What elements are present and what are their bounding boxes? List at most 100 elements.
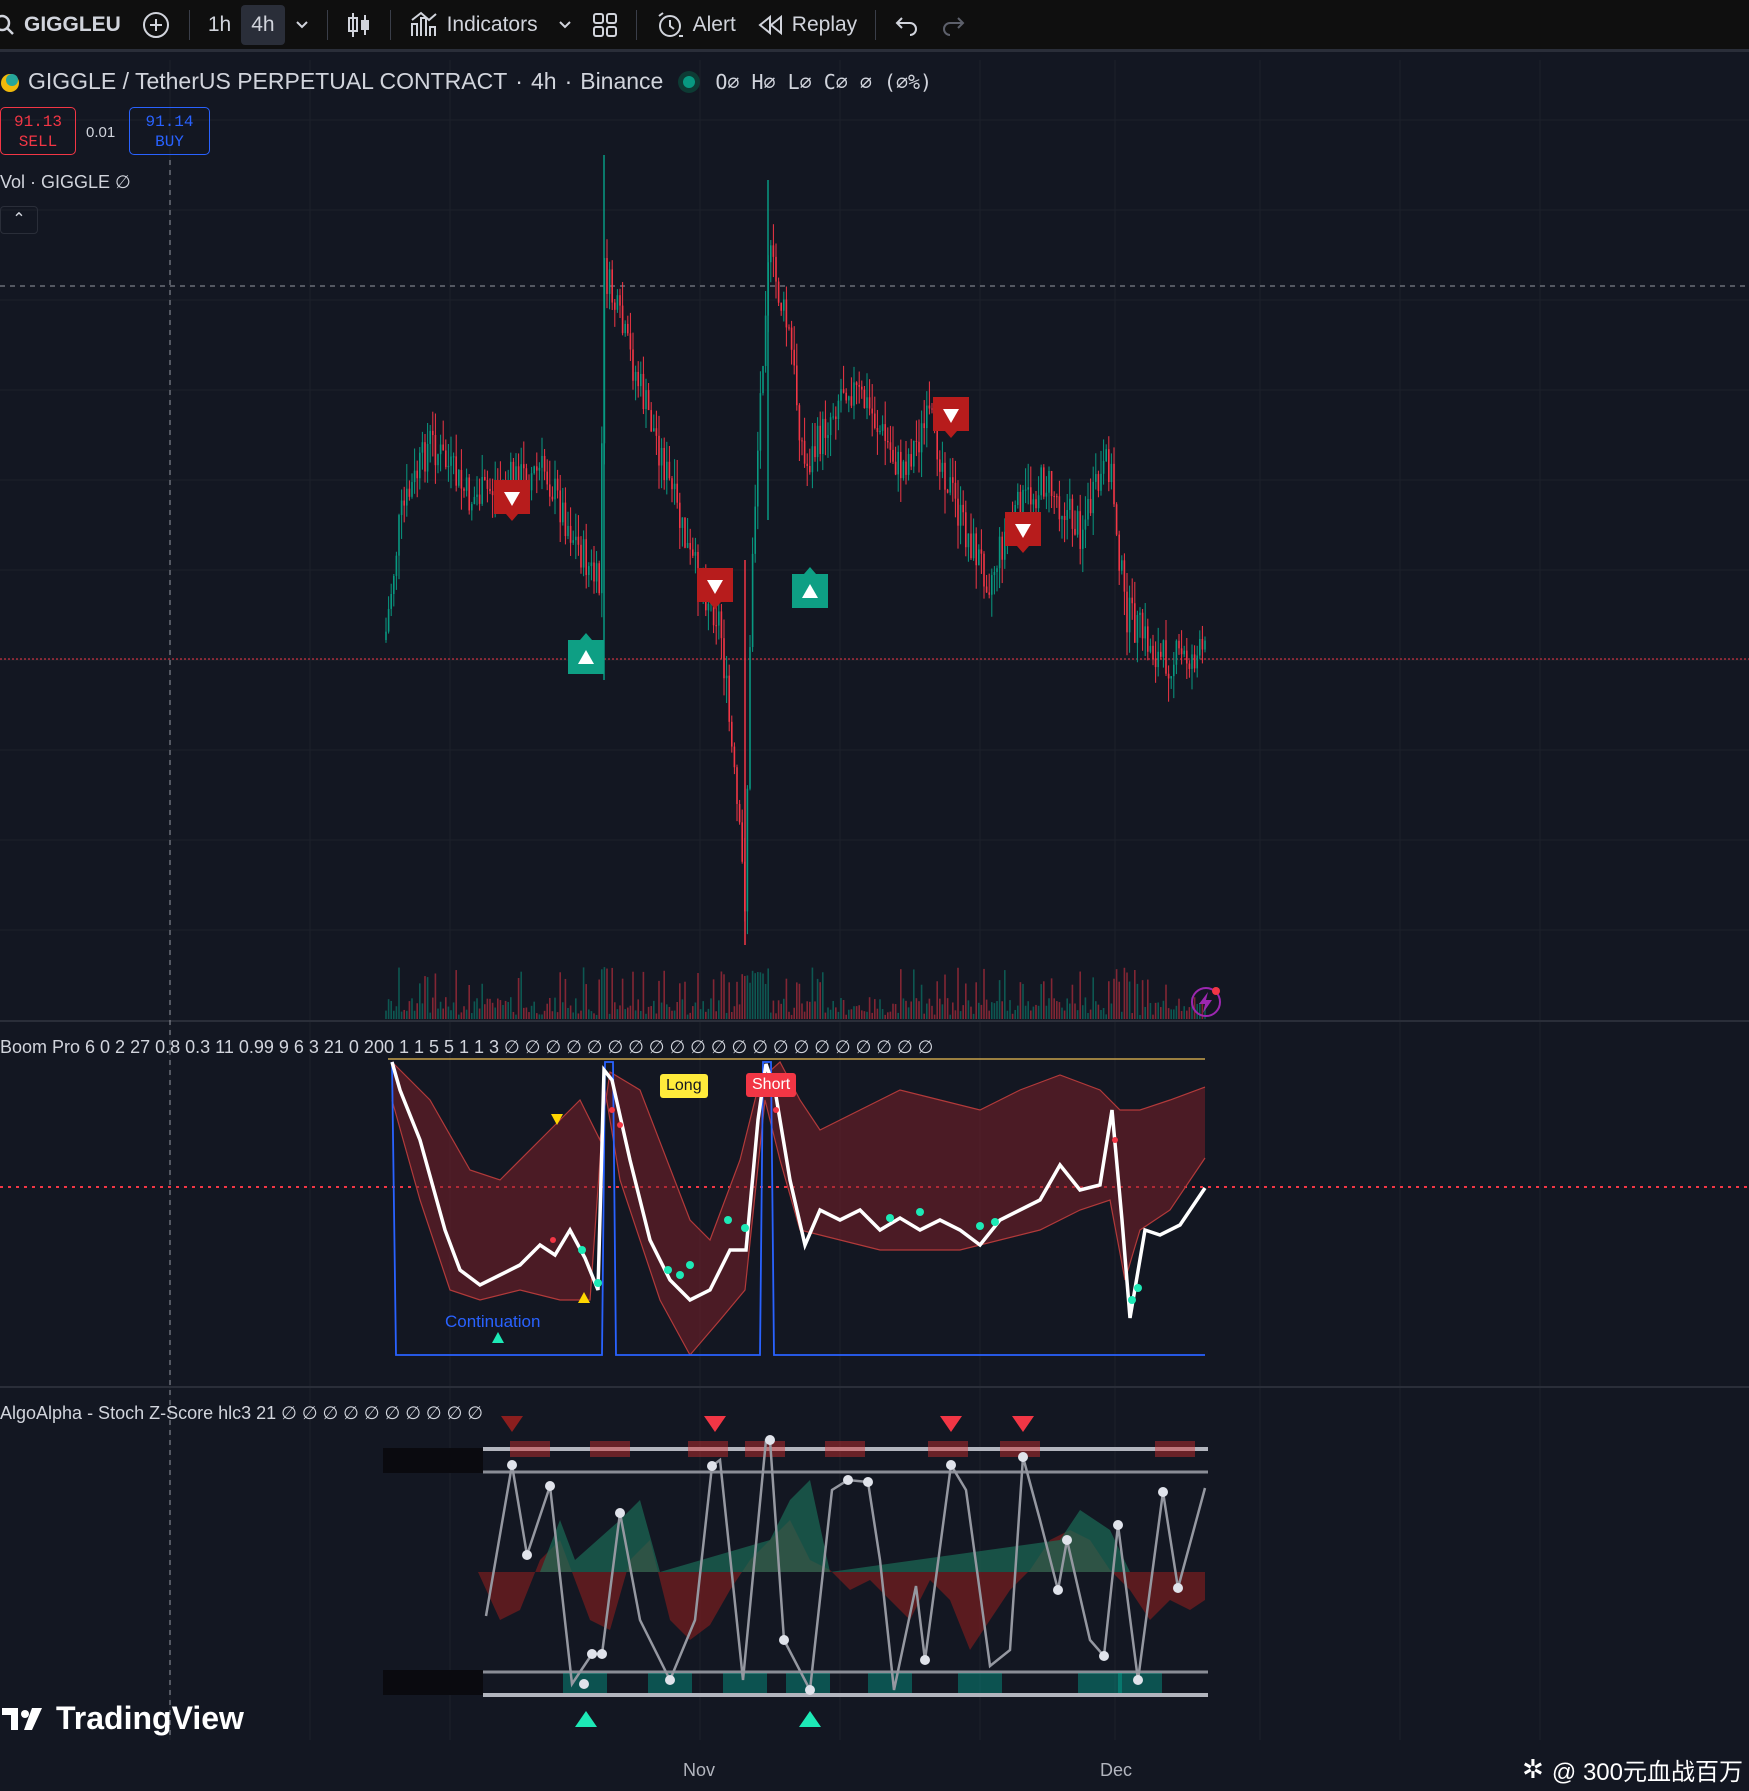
lightning-icon[interactable] — [1191, 987, 1221, 1017]
candle-body — [1154, 658, 1157, 668]
volume-bar — [871, 1012, 873, 1019]
zscore-pivot-dot — [765, 1435, 775, 1445]
sell-button[interactable]: 91.13 SELL — [0, 107, 76, 155]
candle-body — [749, 647, 751, 789]
candle-body — [1024, 489, 1027, 491]
candle-body — [616, 295, 619, 310]
volume-bar — [840, 998, 842, 1019]
overbought-glow — [1155, 1441, 1195, 1457]
chart-canvas[interactable] — [0, 0, 1749, 1791]
tradingview-logo[interactable]: TradingView — [2, 1700, 244, 1737]
buy-label: BUY — [155, 133, 184, 151]
volume-bar — [894, 1004, 897, 1019]
boom-pro-legend[interactable]: Boom Pro 6 0 2 27 0.8 0.3 11 0.99 9 6 3 … — [0, 1037, 933, 1058]
volume-bar — [473, 1001, 476, 1019]
volume-bar — [465, 1009, 468, 1019]
volume-bar — [1178, 998, 1180, 1019]
volume-bar — [580, 1010, 582, 1019]
candle-body — [798, 405, 801, 441]
boom-bull-dot — [594, 1279, 602, 1287]
candle-body — [393, 575, 395, 594]
volume-bar — [653, 1000, 655, 1019]
volume-bar — [718, 1000, 720, 1019]
candle-body — [684, 517, 686, 548]
volume-bar — [658, 980, 660, 1019]
candle-body — [458, 469, 460, 486]
boom-bull-dot — [1128, 1296, 1136, 1304]
market-status-icon[interactable] — [683, 75, 696, 88]
candle-body — [920, 423, 923, 453]
volume-bar — [868, 997, 871, 1019]
volume-bar — [512, 1011, 515, 1019]
overbought-glow — [928, 1441, 968, 1457]
volume-bar — [744, 975, 746, 1019]
stoch-zscore-legend[interactable]: AlgoAlpha - Stoch Z-Score hlc3 21 ∅ ∅ ∅ … — [0, 1403, 483, 1424]
candle-body — [944, 462, 946, 490]
candle-body — [975, 533, 977, 566]
volume-bar — [939, 998, 941, 1019]
candle-body — [582, 539, 585, 568]
zscore-pivot-dot — [545, 1481, 555, 1491]
volume-bar — [972, 1013, 975, 1019]
candle-body — [900, 451, 902, 479]
volume-bar — [926, 1003, 928, 1019]
volume-bar — [777, 1000, 780, 1019]
candle-body — [403, 500, 405, 506]
candle-body — [1167, 673, 1170, 679]
volume-bar — [710, 998, 712, 1019]
overbought-glow — [688, 1441, 728, 1457]
collapse-legend-button[interactable]: ⌃ — [0, 206, 38, 234]
volume-bar — [1004, 970, 1006, 1019]
candle-body — [897, 451, 899, 475]
zscore-pivot-dot — [1062, 1535, 1072, 1545]
volume-bar — [996, 1001, 998, 1019]
volume-bar — [624, 1009, 626, 1019]
volume-bar — [1105, 1014, 1107, 1019]
candle-body — [533, 466, 535, 474]
short-label: Short — [746, 1073, 797, 1097]
candle-body — [676, 483, 678, 503]
volume-bar — [850, 1009, 853, 1019]
candle-body — [1074, 528, 1076, 535]
buy-button[interactable]: 91.14 BUY — [129, 107, 210, 155]
volume-bar — [585, 984, 587, 1019]
volume-bar — [538, 1014, 541, 1019]
zscore-pivot-dot — [946, 1460, 956, 1470]
candle-body — [738, 803, 741, 823]
candle-body — [775, 256, 777, 282]
volume-bar — [494, 1007, 496, 1019]
candle-body — [1035, 499, 1037, 509]
candle-body — [1032, 499, 1035, 505]
candle-body — [650, 410, 652, 432]
candle-body — [1097, 474, 1100, 491]
candle-body — [1040, 467, 1042, 496]
volume-bar — [671, 1010, 673, 1019]
volume-bar — [1011, 1013, 1014, 1019]
volume-legend[interactable]: Vol · GIGGLE ∅ — [0, 172, 131, 193]
candle-body — [1165, 640, 1167, 674]
volume-bar — [515, 1014, 517, 1019]
candle-body — [806, 463, 808, 466]
candle-body — [1149, 645, 1152, 652]
oversold-glow — [1078, 1673, 1122, 1693]
candle-body — [772, 245, 775, 257]
volume-bar — [413, 1010, 416, 1019]
candle-body — [601, 443, 603, 594]
volume-bar — [715, 1011, 717, 1019]
volume-bar — [1110, 1003, 1113, 1019]
volume-bar — [1024, 1005, 1027, 1019]
candle-body — [1037, 495, 1040, 509]
volume-bar — [640, 1010, 642, 1019]
candle-body — [1175, 640, 1178, 665]
candle-body — [460, 469, 463, 489]
candle-body — [746, 788, 749, 912]
candle-body — [645, 390, 647, 410]
candle-body — [1095, 474, 1097, 482]
zscore-pivot-dot — [1018, 1452, 1028, 1462]
candle-body — [957, 498, 959, 526]
symbol-legend: GIGGLE / TetherUS PERPETUAL CONTRACT · 4… — [0, 68, 932, 95]
symbol-title[interactable]: GIGGLE / TetherUS PERPETUAL CONTRACT — [28, 68, 507, 95]
volume-bar — [1118, 981, 1120, 1019]
candle-body — [1173, 664, 1175, 677]
candle-body — [887, 440, 889, 443]
